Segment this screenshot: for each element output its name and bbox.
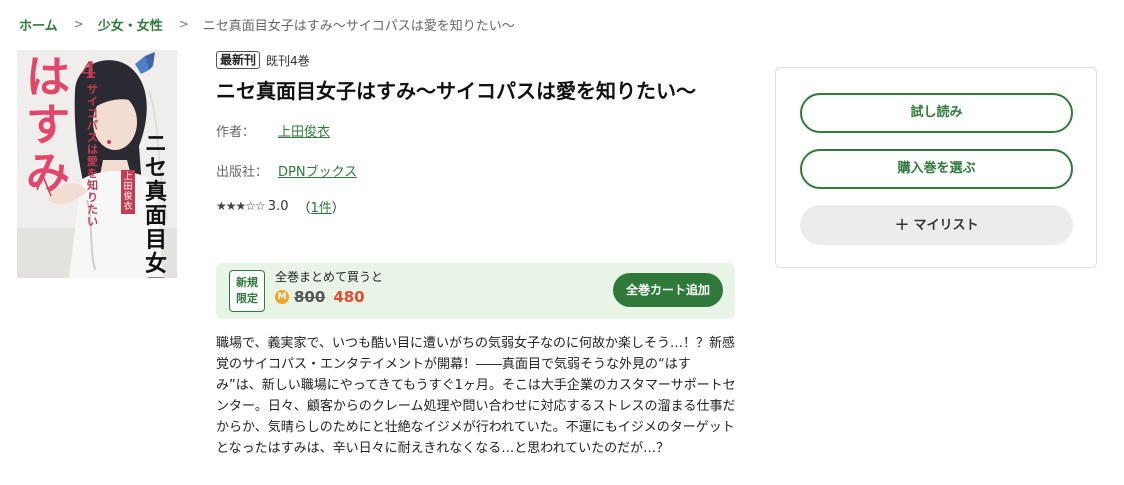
discount-price: 480 [333, 288, 365, 306]
review-count: （1件） [297, 197, 344, 216]
book-cover-image[interactable]: はすみ 4 サイコパスは愛を知りたい ニセ真面目女子 上田俊衣 [17, 50, 177, 278]
publisher-row: 出版社： DPNブックス [216, 160, 736, 180]
new-user-limited-badge: 新規 限定 [229, 270, 265, 312]
add-all-to-cart-button[interactable]: 全巻カート追加 [613, 273, 723, 307]
plus-icon: + [894, 214, 910, 235]
rating-value: 3.0 [267, 198, 289, 214]
trial-read-button[interactable]: 試し読み [800, 93, 1073, 133]
cover-volume-number: 4 [81, 58, 97, 84]
star-rating-icon: ★★★☆☆ [216, 199, 266, 213]
breadcrumb-home-link[interactable]: ホーム [19, 15, 58, 34]
campaign-price: M 800 480 [275, 288, 365, 306]
mylist-label: マイリスト [913, 218, 979, 233]
breadcrumb: ホーム > 少女・女性 > ニセ真面目女子はすみ〜サイコパスは愛を知りたい〜 [19, 14, 515, 34]
book-info: 最新刊 既刊4巻 ニセ真面目女子はすみ〜サイコパスは愛を知りたい〜 作者： 上田… [216, 50, 736, 216]
book-title: ニセ真面目女子はすみ〜サイコパスは愛を知りたい〜 [216, 79, 696, 103]
select-volume-button[interactable]: 購入巻を選ぶ [800, 149, 1073, 189]
publisher-link[interactable]: DPNブックス [278, 161, 357, 180]
original-price: 800 [294, 288, 326, 306]
chevron-right-icon: > [178, 17, 189, 31]
chevron-right-icon: > [73, 17, 84, 31]
review-count-link[interactable]: 1件 [311, 201, 332, 216]
author-label: 作者： [216, 124, 256, 140]
mylist-button[interactable]: + マイリスト [800, 205, 1073, 245]
cover-author: 上田俊衣 [121, 170, 135, 214]
author-link[interactable]: 上田俊衣 [278, 121, 330, 140]
campaign-banner: 新規 限定 全巻まとめて買うと M 800 480 全巻カート追加 [216, 263, 735, 319]
author-row: 作者： 上田俊衣 [216, 120, 736, 140]
cover-title: はすみ [26, 52, 70, 199]
breadcrumb-current: ニセ真面目女子はすみ〜サイコパスは愛を知りたい〜 [202, 18, 515, 34]
campaign-text: 全巻まとめて買うと [275, 270, 384, 284]
review-count-close: ） [331, 200, 345, 216]
latest-volume-badge: 最新刊 [216, 51, 261, 69]
badge-line-1: 新規 [236, 276, 258, 289]
cover-main-title: ニセ真面目女子 [145, 131, 168, 278]
review-count-open: （ [297, 200, 311, 216]
action-panel: 試し読み 購入巻を選ぶ + マイリスト [775, 67, 1097, 268]
book-description: 職場で、義実家で、いつも酷い目に遭いがちの気弱女子なのに何故か楽しそう…！？新感… [216, 336, 736, 456]
breadcrumb-category-link[interactable]: 少女・女性 [98, 15, 163, 34]
publisher-label: 出版社： [216, 164, 269, 180]
volumes-count: 既刊4巻 [266, 53, 310, 68]
cover-subtitle: サイコパスは愛を知りたい [87, 83, 98, 228]
rating-row: ★★★☆☆ 3.0 （1件） [216, 196, 736, 216]
badge-line-2: 限定 [236, 292, 258, 305]
coin-icon: M [275, 290, 289, 304]
